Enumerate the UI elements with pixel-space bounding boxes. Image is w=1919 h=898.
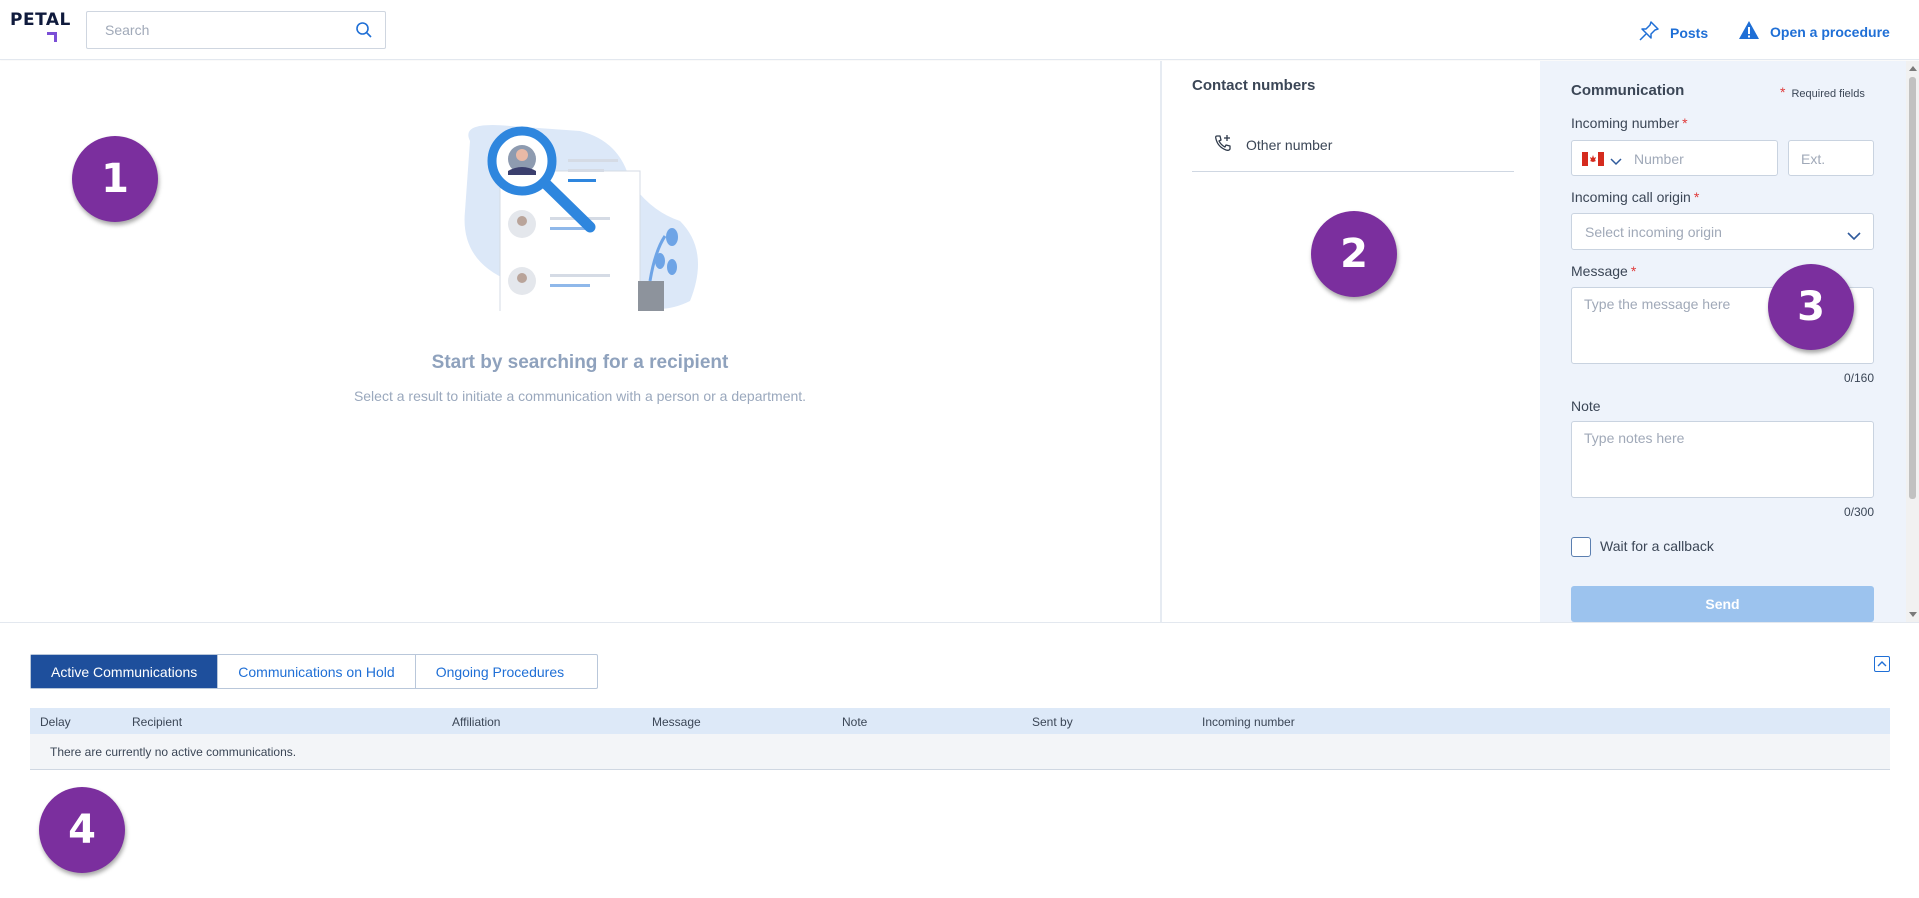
call-origin-label: Incoming call origin * [1571,189,1700,205]
note-field [1571,421,1874,498]
column-affiliation[interactable]: Affiliation [452,715,500,729]
callback-checkbox[interactable] [1571,537,1591,557]
posts-label: Posts [1670,24,1709,41]
incoming-number-input[interactable] [1634,149,1769,169]
annotation-badge-4: 4 [39,787,125,873]
form-scrollbar[interactable] [1906,61,1919,622]
ext-input[interactable] [1801,149,1866,169]
search-results-panel: Start by searching for a recipient Selec… [0,61,1160,622]
communications-tabs: Active Communications Communications on … [30,654,598,689]
scroll-up-arrow-icon[interactable] [1909,66,1917,71]
column-note[interactable]: Note [842,715,867,729]
table-header: Delay Recipient Affiliation Message Note… [30,708,1890,734]
note-counter: 0/300 [1843,505,1874,519]
scrollbar-thumb[interactable] [1909,77,1916,499]
other-number-label: Other number [1246,136,1333,153]
search-icon[interactable] [355,21,373,44]
column-message[interactable]: Message [652,715,701,729]
note-textarea[interactable] [1584,430,1864,490]
required-star: * [1780,84,1786,100]
procedure-label: Open a procedure [1770,23,1890,40]
annotation-badge-1: 1 [72,136,158,222]
chevron-down-icon[interactable] [1610,153,1622,171]
chevron-down-icon [1847,228,1861,246]
top-bar: PETAL Posts Open a procedure [0,0,1919,60]
note-label: Note [1571,398,1601,414]
open-procedure-link[interactable]: Open a procedure [1738,20,1890,43]
communications-table: Delay Recipient Affiliation Message Note… [30,708,1890,770]
tab-ongoing-procedures[interactable]: Ongoing Procedures [416,655,597,688]
callback-label: Wait for a callback [1600,538,1714,554]
communication-form-title: Communication [1571,82,1685,99]
chevron-up-icon [1877,661,1887,667]
message-counter: 0/160 [1843,371,1874,385]
call-origin-placeholder: Select incoming origin [1585,224,1722,240]
logo-mark-icon [47,32,57,42]
column-sent-by[interactable]: Sent by [1032,715,1073,729]
search-input[interactable] [87,12,337,48]
ext-field [1788,140,1874,176]
search-illustration [464,125,698,311]
other-number-item[interactable]: Other number [1192,118,1514,172]
required-fields-label: Required fields [1791,88,1865,100]
required-fields-note: * Required fields [1780,84,1865,100]
posts-link[interactable]: Posts [1638,20,1708,45]
logo-text: PETAL [10,10,71,30]
column-incoming-number[interactable]: Incoming number [1202,715,1295,729]
message-label: Message * [1571,263,1637,279]
empty-state-title: Start by searching for a recipient [431,352,729,373]
tab-active-communications[interactable]: Active Communications [31,655,219,688]
table-empty-message: There are currently no active communicat… [30,734,1890,770]
empty-state-subtitle: Select a result to initiate a communicat… [353,388,807,404]
incoming-number-label: Incoming number * [1571,115,1688,131]
contact-numbers-title: Contact numbers [1192,77,1316,94]
column-recipient[interactable]: Recipient [132,715,182,729]
collapse-button[interactable] [1874,656,1890,672]
tab-communications-on-hold[interactable]: Communications on Hold [218,655,416,688]
annotation-badge-3: 3 [1768,264,1854,350]
canada-flag-icon[interactable] [1582,152,1604,171]
scroll-down-arrow-icon[interactable] [1909,612,1917,617]
pin-icon [1638,20,1660,45]
search-box [86,11,386,49]
incoming-number-field [1571,140,1778,176]
petal-logo[interactable]: PETAL [10,10,72,44]
call-origin-select[interactable]: Select incoming origin [1571,213,1874,250]
annotation-badge-2: 2 [1311,211,1397,297]
column-delay[interactable]: Delay [40,715,71,729]
phone-add-icon [1214,134,1232,155]
send-button[interactable]: Send [1571,586,1874,622]
warning-icon [1738,20,1760,43]
